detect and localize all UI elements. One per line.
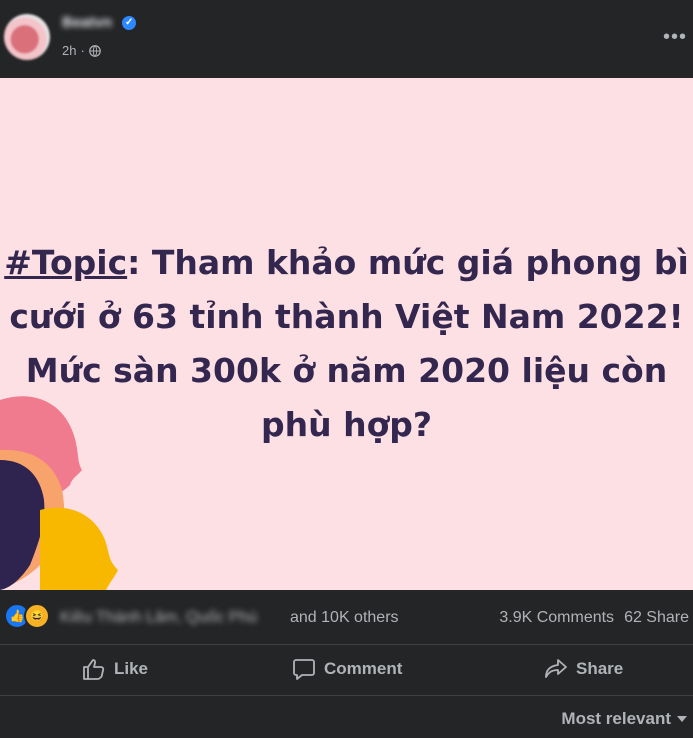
avatar[interactable] xyxy=(4,14,50,60)
like-button[interactable]: Like xyxy=(82,658,148,680)
haha-icon: 😆 xyxy=(24,603,50,629)
reactor-names[interactable]: Kiều Thành Lâm, Quốc Phú xyxy=(60,609,257,627)
engagement-counts: 3.9K Comments 62 Share xyxy=(499,609,689,627)
comment-button[interactable]: Comment xyxy=(292,658,402,680)
reaction-icons[interactable]: 👍 😆 xyxy=(4,603,50,629)
post-image[interactable]: #Topic: Tham khảo mức giá phong bì cưới … xyxy=(0,78,693,590)
post-time[interactable]: 2h xyxy=(62,43,76,58)
more-icon[interactable]: ••• xyxy=(663,26,687,49)
meta-separator: · xyxy=(80,43,85,58)
comment-sort-dropdown[interactable]: Most relevant xyxy=(561,709,687,729)
author-name-text[interactable]: Beatvn xyxy=(62,14,112,31)
post-meta: 2h · xyxy=(62,43,101,58)
post-actions-bar: Like Comment Share xyxy=(0,645,693,696)
thumbs-up-icon xyxy=(83,659,105,680)
topic-tag: #Topic xyxy=(4,243,128,282)
post-header: Beatvn ✓ 2h · ••• xyxy=(0,0,693,78)
globe-icon xyxy=(88,44,101,57)
chevron-down-icon xyxy=(677,716,687,722)
share-icon xyxy=(545,659,567,678)
headline-part-1: : Tham khảo mức giá phong bì xyxy=(127,243,689,282)
share-button[interactable]: Share xyxy=(544,658,623,680)
faces-illustration xyxy=(0,396,118,590)
verified-badge-icon: ✓ xyxy=(122,16,137,31)
shares-count[interactable]: 62 Share xyxy=(624,609,689,627)
comment-icon xyxy=(293,659,315,680)
sort-label[interactable]: Most relevant xyxy=(561,709,671,729)
reaction-stats-bar: 👍 😆 Kiều Thành Lâm, Quốc Phú and 10K oth… xyxy=(0,590,693,645)
like-label[interactable]: Like xyxy=(114,659,148,679)
author-name[interactable]: Beatvn ✓ xyxy=(62,14,137,31)
comment-label[interactable]: Comment xyxy=(324,659,402,679)
reaction-others-count[interactable]: and 10K others xyxy=(290,609,399,627)
comments-count[interactable]: 3.9K Comments xyxy=(499,609,614,627)
share-label[interactable]: Share xyxy=(576,659,623,679)
headline-line-2: cưới ở 63 tỉnh thành Việt Nam 2022! xyxy=(9,297,684,336)
headline-line-1: #Topic: Tham khảo mức giá phong bì xyxy=(0,236,693,290)
